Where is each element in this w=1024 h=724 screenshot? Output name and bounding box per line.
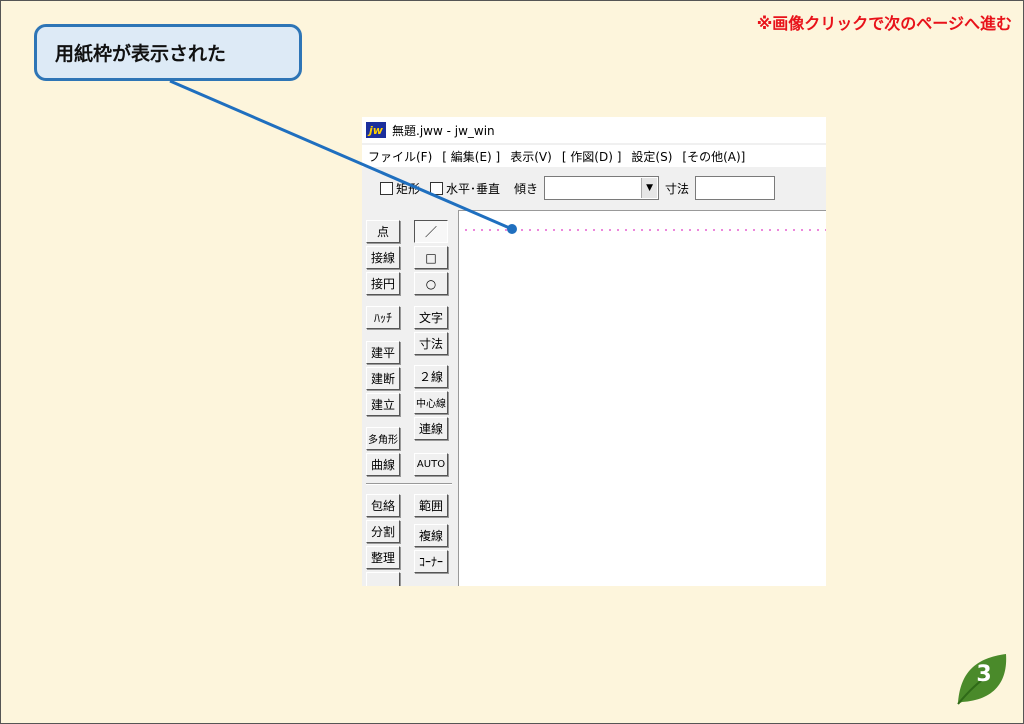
tool-range[interactable]: 範囲 [414,494,448,517]
page-number: 3 [976,662,992,687]
hv-checkbox[interactable]: 水平･垂直 [430,180,500,197]
tool-tangent-line[interactable]: 接線 [366,246,400,269]
checkbox-icon [380,181,393,195]
tool-rectangle[interactable]: □ [414,246,448,269]
hv-label: 水平･垂直 [446,181,501,196]
menu-draw[interactable]: [ 作図(D) ] [562,148,622,165]
title-bar: jw 無題.jww - jw_win [362,117,826,143]
tool-double-line[interactable]: ２線 [414,365,448,388]
tool-section[interactable]: 建断 [366,367,400,390]
line-toolbar: 矩形 水平･垂直 傾き ▼ 寸法 [362,169,826,207]
tool-line[interactable]: ／ [414,220,448,243]
menu-bar: ファイル(F) [ 編集(E) ] 表示(V) [ 作図(D) ] 設定(S) … [362,145,826,167]
menu-view[interactable]: 表示(V) [510,148,552,165]
tool-center-line[interactable]: 中心線 [414,391,448,414]
tool-continuous-line[interactable]: 連線 [414,417,448,440]
dim-input[interactable] [695,176,776,200]
tilt-combobox[interactable]: ▼ [544,176,660,200]
app-logo-icon: jw [366,122,386,138]
tilt-label: 傾き [514,181,539,196]
tool-text[interactable]: 文字 [414,306,448,329]
paper-frame-svg [465,229,826,231]
dim-label: 寸法 [665,181,690,196]
tool-panel: 点 接線 接円 ﾊｯﾁ 建平 建断 建立 多角形 曲線 包絡 分割 整理 ／ □… [362,210,456,586]
next-page-hint[interactable]: ※画像クリックで次のページへ進む [757,10,1012,34]
rect-label: 矩形 [396,181,421,196]
tool-corner[interactable]: ｺｰﾅｰ [414,550,448,573]
callout-box: 用紙枠が表示された [34,24,302,81]
dropdown-arrow-icon[interactable]: ▼ [641,178,658,198]
jw-cad-window: jw 無題.jww - jw_win ファイル(F) [ 編集(E) ] 表示(… [362,117,826,586]
tool-tangent-circle[interactable]: 接円 [366,272,400,295]
window-title: 無題.jww - jw_win [392,123,495,138]
tool-copy-line[interactable]: 複線 [414,524,448,547]
callout-text: 用紙枠が表示された [55,43,227,65]
menu-other[interactable]: [その他(A)] [682,148,745,165]
tool-elevation[interactable]: 建立 [366,393,400,416]
menu-settings[interactable]: 設定(S) [631,148,672,165]
tool-polygon[interactable]: 多角形 [366,427,400,450]
menu-file[interactable]: ファイル(F) [368,148,432,165]
rect-checkbox[interactable]: 矩形 [380,180,420,197]
tool-dimension[interactable]: 寸法 [414,332,448,355]
menu-edit[interactable]: [ 編集(E) ] [442,148,500,165]
tool-plan[interactable]: 建平 [366,341,400,364]
tool-envelope[interactable]: 包絡 [366,494,400,517]
tool-hatch[interactable]: ﾊｯﾁ [366,306,400,329]
tool-divide[interactable]: 分割 [366,520,400,543]
tool-curve[interactable]: 曲線 [366,453,400,476]
tool-circle[interactable]: ○ [414,272,448,295]
panel-separator [366,483,452,485]
tool-point[interactable]: 点 [366,220,400,243]
tool-organize[interactable]: 整理 [366,546,400,569]
tool-partial[interactable] [366,572,400,586]
drawing-canvas[interactable] [458,210,826,586]
checkbox-icon [430,181,444,195]
tool-auto[interactable]: AUTO [414,453,448,476]
